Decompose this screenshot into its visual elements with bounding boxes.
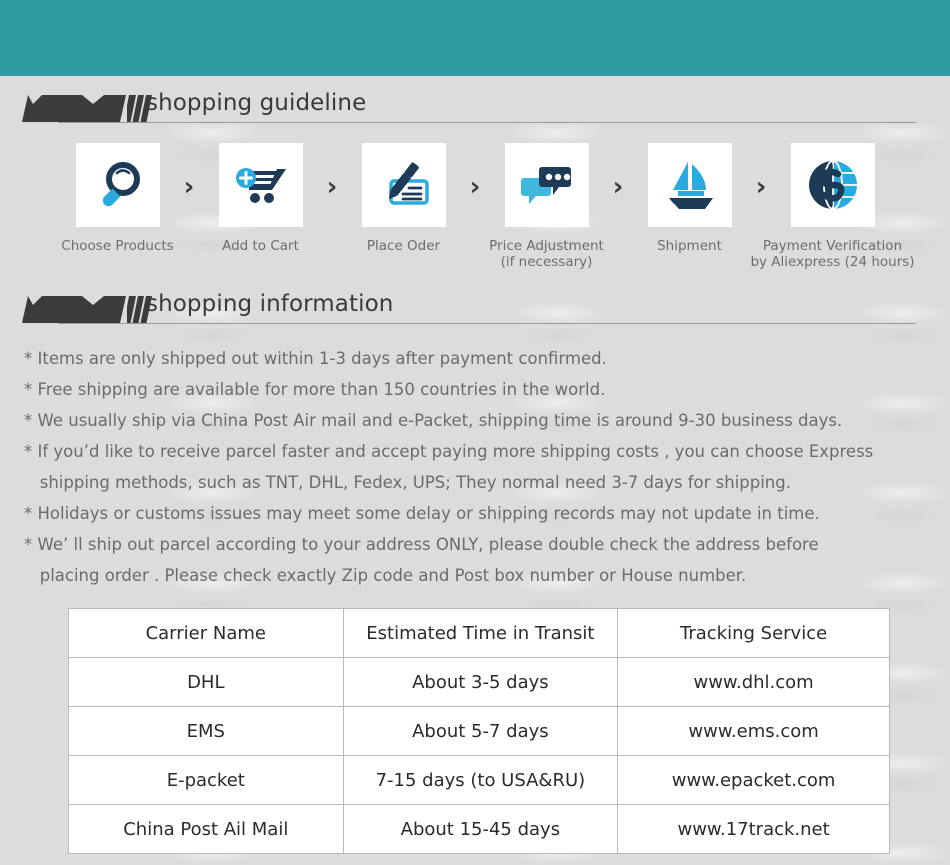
step-icon-box bbox=[218, 143, 303, 227]
step-payment-verification[interactable]: Payment Verification by Aliexpress (24 h… bbox=[750, 143, 915, 270]
step-shipment[interactable]: Shipment bbox=[632, 143, 747, 254]
table-cell-transit: About 15-45 days bbox=[342, 804, 619, 854]
info-line: * Items are only shipped out within 1-3 … bbox=[24, 349, 607, 368]
step-chevron-icon: › bbox=[612, 172, 624, 202]
step-price-adjustment[interactable]: Price Adjustment (if necessary) bbox=[489, 143, 604, 270]
dollar-globe-icon bbox=[808, 160, 857, 210]
section-rule bbox=[58, 122, 916, 123]
magnifier-icon bbox=[102, 162, 140, 207]
section-banner-graphic bbox=[22, 95, 155, 123]
table-cell-tracking[interactable]: www.epacket.com bbox=[617, 755, 890, 805]
shipping-information-list: * Items are only shipped out within 1-3 … bbox=[24, 343, 934, 591]
step-chevron-icon: › bbox=[755, 172, 767, 202]
table-cell-tracking[interactable]: www.ems.com bbox=[617, 706, 890, 756]
info-line: placing order . Please check exactly Zip… bbox=[24, 566, 747, 585]
step-chevron-icon: › bbox=[469, 172, 481, 202]
table-header-cell: Estimated Time in Transit bbox=[342, 608, 619, 658]
step-place-order[interactable]: Place Oder bbox=[346, 143, 461, 254]
section-banner-graphic bbox=[22, 296, 155, 324]
banner-parallelogram bbox=[22, 296, 126, 323]
table-header-row: Carrier Name Estimated Time in Transit T… bbox=[68, 608, 890, 658]
step-label: Price Adjustment (if necessary) bbox=[489, 238, 604, 270]
sailboat-icon bbox=[668, 162, 713, 209]
table-row: EMS About 5-7 days www.ems.com bbox=[68, 706, 890, 756]
banner-parallelogram bbox=[22, 95, 126, 122]
step-choose-products[interactable]: Choose Products bbox=[60, 143, 175, 254]
table-row: E-packet 7-15 days (to USA&RU) www.epack… bbox=[68, 755, 890, 805]
step-label: Shipment bbox=[657, 238, 722, 254]
step-icon-box bbox=[75, 143, 160, 227]
table-row: DHL About 3-5 days www.dhl.com bbox=[68, 657, 890, 707]
step-chevron-icon: › bbox=[183, 172, 195, 202]
info-line: * We usually ship via China Post Air mai… bbox=[24, 411, 843, 430]
table-header-cell: Tracking Service bbox=[617, 608, 890, 658]
table-cell-carrier: E-packet bbox=[68, 755, 344, 805]
step-icon-box bbox=[647, 143, 732, 227]
table-cell-transit: About 3-5 days bbox=[342, 657, 619, 707]
chat-bubbles-icon bbox=[520, 167, 571, 204]
section-header-guideline: shopping guideline bbox=[0, 90, 950, 135]
pen-check-icon bbox=[388, 162, 429, 205]
section-title-information: shopping information bbox=[146, 291, 394, 317]
top-teal-banner bbox=[0, 0, 950, 76]
step-label: Choose Products bbox=[61, 238, 174, 254]
step-add-to-cart[interactable]: Add to Cart bbox=[203, 143, 318, 254]
table-header-cell: Carrier Name bbox=[68, 608, 344, 658]
table-cell-tracking[interactable]: www.17track.net bbox=[617, 804, 890, 854]
add-to-cart-icon bbox=[235, 168, 286, 203]
table-cell-carrier: China Post Ail Mail bbox=[68, 804, 344, 854]
section-header-information: shopping information bbox=[0, 291, 950, 336]
info-line: * Holidays or customs issues may meet so… bbox=[24, 504, 820, 523]
table-cell-carrier: EMS bbox=[68, 706, 344, 756]
step-label: Place Oder bbox=[366, 238, 441, 254]
info-line: * Free shipping are available for more t… bbox=[24, 380, 606, 399]
step-icon-box bbox=[361, 143, 446, 227]
table-row: China Post Ail Mail About 15-45 days www… bbox=[68, 804, 890, 854]
table-cell-transit: About 5-7 days bbox=[342, 706, 619, 756]
info-line: * We’ ll ship out parcel according to yo… bbox=[24, 535, 819, 554]
page-root: shopping guideline Choose Products › Add… bbox=[0, 0, 950, 865]
table-cell-carrier: DHL bbox=[68, 657, 344, 707]
section-title-guideline: shopping guideline bbox=[146, 90, 367, 116]
shopping-steps-row: Choose Products › Add to Cart › Place Od… bbox=[0, 143, 950, 278]
carrier-table: Carrier Name Estimated Time in Transit T… bbox=[68, 608, 890, 854]
table-cell-transit: 7-15 days (to USA&RU) bbox=[342, 755, 619, 805]
table-cell-tracking[interactable]: www.dhl.com bbox=[617, 657, 890, 707]
step-icon-box bbox=[790, 143, 875, 227]
step-label: Payment Verification by Aliexpress (24 h… bbox=[750, 238, 915, 270]
step-icon-box bbox=[504, 143, 589, 227]
info-line: shipping methods, such as TNT, DHL, Fede… bbox=[24, 473, 791, 492]
info-line: * If you’d like to receive parcel faster… bbox=[24, 442, 874, 461]
step-label: Add to Cart bbox=[222, 238, 299, 254]
section-rule bbox=[58, 323, 916, 324]
step-chevron-icon: › bbox=[326, 172, 338, 202]
